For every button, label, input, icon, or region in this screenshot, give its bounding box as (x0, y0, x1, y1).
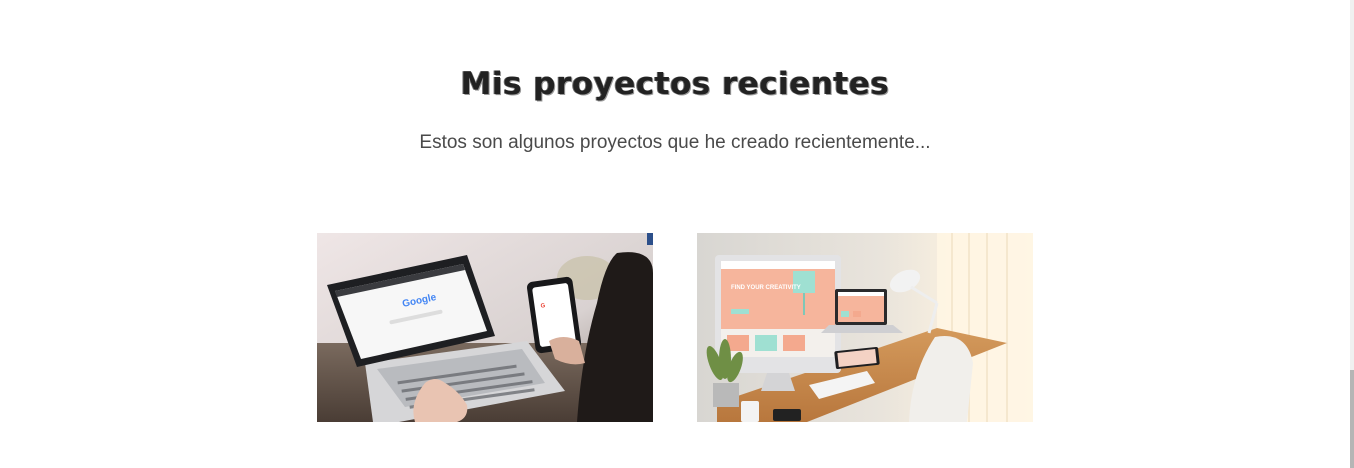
project-image-responsive-workspace: FIND YOUR CREATIVITY (697, 233, 1033, 422)
section-subtitle: Estos son algunos proyectos que he cread… (419, 132, 931, 153)
section-title: Mis proyectos recientes (460, 66, 890, 102)
desktop-screen-headline: FIND YOUR CREATIVITY (731, 285, 801, 291)
scrollbar-thumb[interactable] (1350, 370, 1354, 468)
project-card-2[interactable]: FIND YOUR CREATIVITY (697, 233, 1033, 422)
project-image-laptop-google: Google G (317, 233, 653, 422)
page: Mis proyectos recientes Estos son alguno… (0, 0, 1354, 468)
project-card-1[interactable]: Google G (317, 233, 653, 422)
projects-grid: Google G FIND YOUR CREATIVITY (317, 233, 1033, 422)
page-scrollbar[interactable] (1350, 0, 1354, 468)
